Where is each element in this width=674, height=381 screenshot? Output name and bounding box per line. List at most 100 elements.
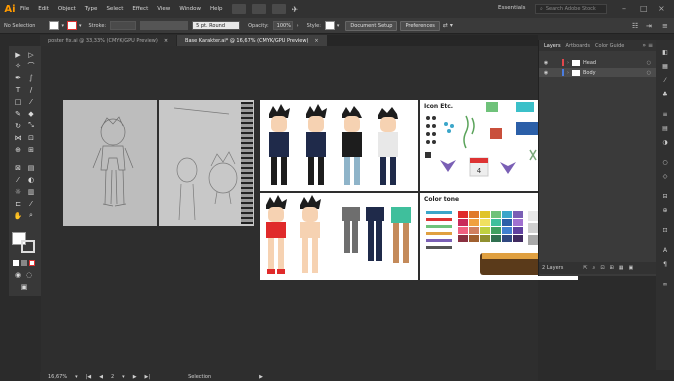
minimize-button[interactable]: – <box>622 4 626 13</box>
stroke-dropdown-icon[interactable]: ▾ <box>79 23 82 29</box>
locate-object-icon[interactable]: ⌕ <box>593 265 596 271</box>
fill-swatch[interactable] <box>49 21 60 30</box>
menu-type[interactable]: Type <box>85 6 98 12</box>
draw-inside-icon[interactable]: ◌ <box>24 270 34 279</box>
transparency-panel-icon[interactable]: ◑ <box>660 138 670 147</box>
document-setup-button[interactable]: Document Setup <box>345 20 398 31</box>
menu-edit[interactable]: Edit <box>38 6 49 12</box>
opacity-arrow-icon[interactable]: › <box>297 23 299 29</box>
scale-tool-icon[interactable]: ⤡ <box>26 121 36 130</box>
bridge-icon[interactable] <box>231 4 246 14</box>
selection-tool-icon[interactable]: ▶ <box>13 50 23 59</box>
width-tool-icon[interactable]: ⋈ <box>13 133 23 142</box>
workspace-switcher[interactable]: Essentials <box>498 5 526 11</box>
artboard-characters[interactable] <box>260 100 418 191</box>
menu-window[interactable]: Window <box>179 6 201 12</box>
visibility-eye-icon[interactable]: ◉ <box>542 60 550 66</box>
next-artboard-icon[interactable]: ▶ <box>133 374 137 380</box>
stroke-weight-field[interactable] <box>110 21 137 30</box>
links-panel-icon[interactable]: ∞ <box>660 280 670 289</box>
artboard-clothes[interactable] <box>260 193 418 280</box>
gradient-panel-icon[interactable]: ▤ <box>660 124 670 133</box>
graph-tool-icon[interactable]: ▥ <box>26 187 36 196</box>
symbols-panel-icon[interactable]: ♣ <box>660 90 670 99</box>
swatches-panel-icon[interactable]: ▦ <box>660 62 670 71</box>
perspective-grid-tool-icon[interactable]: ⊞ <box>26 145 36 154</box>
status-arrow-icon[interactable]: ▶ <box>259 374 263 380</box>
stroke-swatch[interactable] <box>66 21 77 30</box>
layer-name[interactable]: Head <box>583 60 596 66</box>
menu-object[interactable]: Object <box>58 6 76 12</box>
stroke-panel-icon[interactable]: ≡ <box>660 110 670 119</box>
draw-mode-icon[interactable]: ◉ <box>13 270 23 279</box>
style-dropdown-icon[interactable]: ▾ <box>337 23 340 29</box>
tab-poster-fix[interactable]: poster fix.ai @ 33,33% (CMYK/GPU Preview… <box>40 35 177 46</box>
expand-arrow-icon[interactable]: › <box>567 60 569 66</box>
gradient-color-icon[interactable] <box>21 260 27 266</box>
direct-selection-tool-icon[interactable]: ▷ <box>26 50 36 59</box>
tab-artboards[interactable]: Artboards <box>566 43 590 49</box>
expand-arrow-icon[interactable]: › <box>567 70 569 76</box>
blend-tool-icon[interactable]: ◐ <box>26 175 36 184</box>
collapse-icon[interactable]: ≡ <box>662 22 668 30</box>
fill-dropdown-icon[interactable]: ▾ <box>61 23 64 29</box>
zoom-dropdown-icon[interactable]: ▾ <box>75 374 78 380</box>
target-icon[interactable]: ○ <box>647 70 651 76</box>
first-artboard-icon[interactable]: |◀ <box>86 374 92 380</box>
pathfinder-panel-icon[interactable]: ⊕ <box>660 206 670 215</box>
stroke-color-icon[interactable] <box>21 240 35 253</box>
search-stock-input[interactable]: ⌕ Search Adobe Stock <box>535 4 607 14</box>
layer-row-head[interactable]: ◉ › Head ○ <box>539 58 657 67</box>
none-color-icon[interactable] <box>13 260 19 266</box>
panel-options-icon[interactable]: ☷ <box>632 22 638 30</box>
preferences-button[interactable]: Preferences <box>400 20 440 31</box>
gradient-tool-icon[interactable]: ▤ <box>26 163 36 172</box>
shape-builder-tool-icon[interactable]: ⊕ <box>13 145 23 154</box>
pen-tool-icon[interactable]: ✒ <box>13 73 23 82</box>
paintbrush-tool-icon[interactable]: ⁄ <box>26 97 36 106</box>
delete-layer-icon[interactable]: ▣ <box>628 265 633 271</box>
menu-file[interactable]: File <box>20 6 29 12</box>
opacity-field[interactable]: 100% <box>272 21 293 30</box>
brush-definition-field[interactable]: 5 pt. Round <box>192 21 241 30</box>
target-icon[interactable]: ○ <box>647 60 651 66</box>
new-sublayer-icon[interactable]: ⊞ <box>610 265 614 271</box>
close-tab-icon[interactable]: × <box>164 38 168 44</box>
close-tab-icon[interactable]: × <box>314 38 318 44</box>
artboard-dropdown-icon[interactable]: ▾ <box>122 374 125 380</box>
graphic-styles-panel-icon[interactable]: ◇ <box>660 172 670 181</box>
visibility-eye-icon[interactable]: ◉ <box>542 70 550 76</box>
style-swatch[interactable] <box>324 21 335 30</box>
symbol-sprayer-tool-icon[interactable]: ☼ <box>13 187 23 196</box>
hand-tool-icon[interactable]: ✋ <box>13 211 23 220</box>
type-tool-icon[interactable]: T <box>13 85 23 94</box>
close-button[interactable]: × <box>658 4 665 13</box>
export-icon[interactable]: ⇱ <box>583 265 587 271</box>
tab-color-guide[interactable]: Color Guide <box>595 43 624 49</box>
line-tool-icon[interactable]: / <box>26 85 36 94</box>
artboard-tool-icon[interactable]: ⊏ <box>13 199 23 208</box>
panel-collapse-icon[interactable]: » ≡ <box>642 42 653 49</box>
zoom-level[interactable]: 16,67% <box>48 374 67 380</box>
layout-icon[interactable] <box>271 4 286 14</box>
zoom-tool-icon[interactable]: ⌕ <box>26 211 36 220</box>
slice-tool-icon[interactable]: ⁄ <box>26 199 36 208</box>
brush-send-icon[interactable]: ✈ <box>292 5 299 14</box>
paragraph-panel-icon[interactable]: ¶ <box>660 260 670 269</box>
layer-row-body[interactable]: ◉ › Body ○ <box>539 68 657 77</box>
clipping-mask-icon[interactable]: ⊡ <box>600 265 604 271</box>
layer-name[interactable]: Body <box>583 70 596 76</box>
prev-artboard-icon[interactable]: ◀ <box>99 374 103 380</box>
canvas[interactable]: Icon Etc. 4 Color tone <box>41 46 578 372</box>
none-swatch-icon[interactable] <box>29 260 35 266</box>
color-panel-icon[interactable]: ◧ <box>660 48 670 57</box>
shaper-tool-icon[interactable]: ✎ <box>13 109 23 118</box>
arrange-documents-icon[interactable] <box>251 4 266 14</box>
curvature-tool-icon[interactable]: ∫ <box>26 73 36 82</box>
artboard-number[interactable]: 2 <box>111 374 114 380</box>
mesh-tool-icon[interactable]: ⊠ <box>13 163 23 172</box>
menu-effect[interactable]: Effect <box>132 6 148 12</box>
maximize-button[interactable]: □ <box>640 4 648 13</box>
free-transform-tool-icon[interactable]: ⊡ <box>26 133 36 142</box>
menu-select[interactable]: Select <box>106 6 123 12</box>
